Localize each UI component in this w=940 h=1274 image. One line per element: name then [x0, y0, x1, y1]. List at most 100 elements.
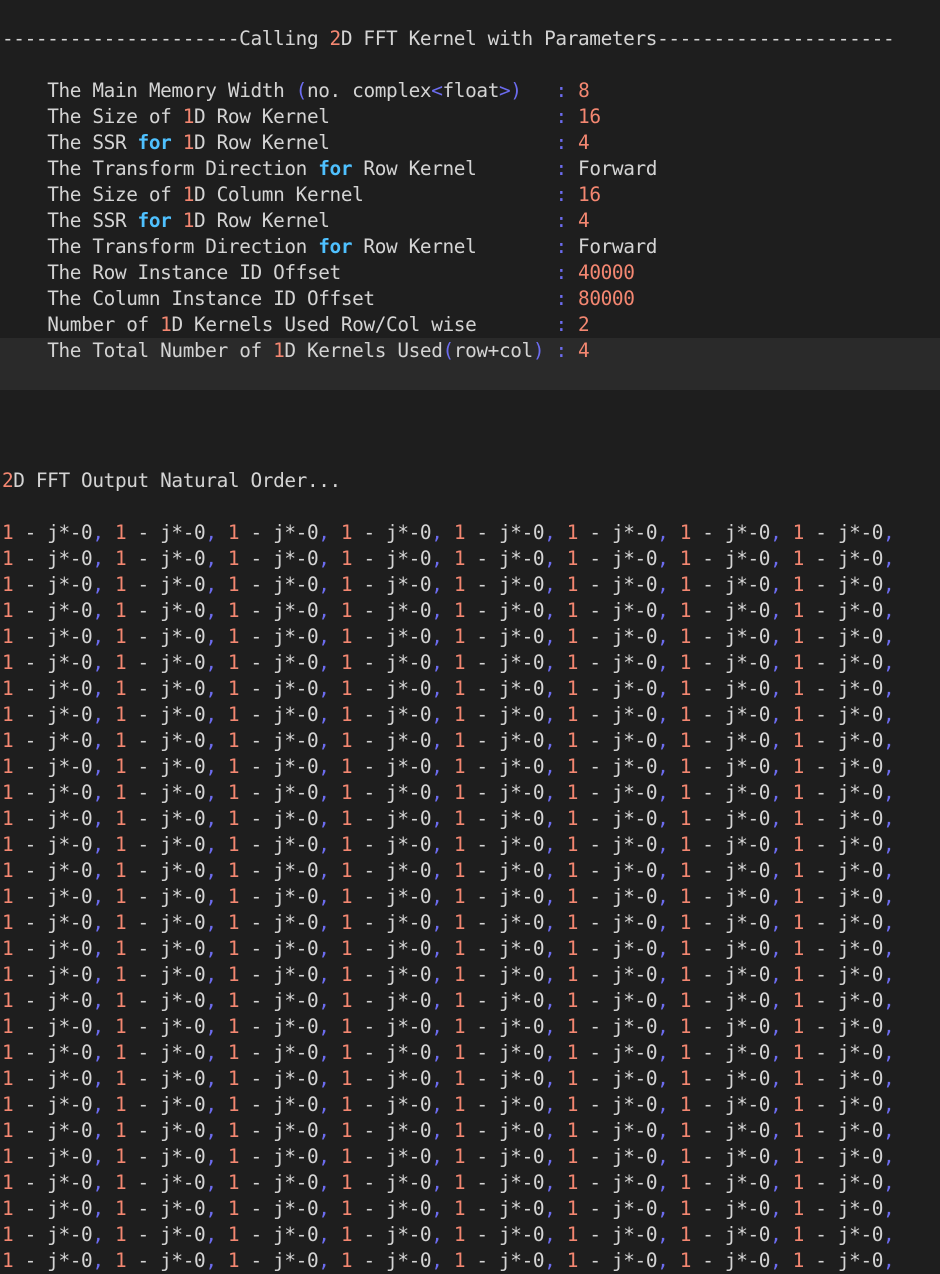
cell-sep: ,	[318, 1067, 341, 1090]
cell-sep: ,	[544, 1119, 567, 1142]
cell-sep: ,	[770, 703, 793, 726]
cell-imag: - j*-0	[578, 1015, 658, 1038]
cell-sep: ,	[318, 1145, 341, 1168]
cell-imag: - j*-0	[691, 1119, 771, 1142]
cell-imag: - j*-0	[578, 963, 658, 986]
cell-imag: - j*-0	[13, 1093, 93, 1116]
label-text: D Kernels Used Row/Col wise	[171, 313, 477, 336]
cell-real: 1	[227, 1223, 240, 1246]
cell-sep: ,	[431, 1041, 454, 1064]
cell-real: 1	[340, 781, 353, 804]
cell-real: 1	[114, 1067, 127, 1090]
separator-line	[0, 0, 940, 26]
cell-imag: - j*-0	[803, 937, 884, 960]
cell-imag: - j*-0	[352, 755, 432, 778]
cell-sep: ,	[657, 911, 680, 934]
cell-sep: ,	[544, 599, 567, 622]
cell-imag: - j*-0	[691, 833, 771, 856]
cell-imag: - j*-0	[13, 573, 93, 596]
output-row: 1 - j*-0, 1 - j*-0, 1 - j*-0, 1 - j*-0, …	[0, 1118, 940, 1144]
label-text: The Size of	[47, 183, 183, 206]
cell-real: 1	[2, 1145, 14, 1168]
cell-real: 1	[566, 1041, 579, 1064]
cell-real: 1	[340, 963, 353, 986]
cell-real: 1	[227, 781, 240, 804]
cell-sep: ,	[318, 781, 341, 804]
param-label: The Size of 1D Column Kernel	[47, 183, 364, 206]
punctuation: (	[295, 79, 308, 102]
cell-real: 1	[453, 807, 466, 830]
cell-sep: ,	[544, 547, 567, 570]
cell-real: 1	[566, 521, 579, 544]
cell-real: 1	[227, 729, 240, 752]
cell-real: 1	[792, 703, 805, 726]
cell-real: 1	[566, 1223, 579, 1246]
cell-sep: ,	[770, 989, 793, 1012]
cell-real: 1	[227, 807, 240, 830]
cell-real: 1	[227, 755, 240, 778]
cell-imag: - j*-0	[465, 677, 545, 700]
cell-sep: ,	[544, 885, 567, 908]
cell-imag: - j*-0	[578, 807, 658, 830]
cell-imag: - j*-0	[691, 703, 771, 726]
label-text: float	[442, 79, 500, 102]
output-row: 1 - j*-0, 1 - j*-0, 1 - j*-0, 1 - j*-0, …	[0, 1170, 940, 1196]
cell-imag: - j*-0	[239, 1145, 319, 1168]
cell-sep: ,	[883, 937, 906, 960]
cell-imag: - j*-0	[465, 807, 545, 830]
param-label: The SSR for 1D Row Kernel	[47, 131, 330, 154]
cell-sep: ,	[770, 911, 793, 934]
cell-sep: ,	[544, 573, 567, 596]
cell-real: 1	[114, 1197, 127, 1220]
cell-sep: ,	[92, 1041, 115, 1064]
cell-real: 1	[792, 1119, 805, 1142]
cell-real: 1	[566, 859, 579, 882]
output-row: 1 - j*-0, 1 - j*-0, 1 - j*-0, 1 - j*-0, …	[0, 1144, 940, 1170]
cell-real: 1	[792, 599, 805, 622]
output-row: 1 - j*-0, 1 - j*-0, 1 - j*-0, 1 - j*-0, …	[0, 1248, 940, 1274]
cell-sep: ,	[770, 833, 793, 856]
dimension-number: 1	[182, 105, 195, 128]
cell-real: 1	[2, 1067, 14, 1090]
cell-imag: - j*-0	[803, 1145, 884, 1168]
label-text: Number of	[47, 313, 161, 336]
cell-real: 1	[453, 859, 466, 882]
cell-sep: ,	[205, 729, 228, 752]
cell-imag: - j*-0	[126, 1119, 206, 1142]
pad	[363, 183, 555, 206]
cell-sep: ,	[205, 989, 228, 1012]
cell-sep: ,	[92, 729, 115, 752]
cell-sep: ,	[318, 573, 341, 596]
cell-imag: - j*-0	[465, 1223, 545, 1246]
cell-sep: ,	[431, 677, 454, 700]
cell-imag: - j*-0	[578, 677, 658, 700]
cell-sep: ,	[431, 651, 454, 674]
cell-imag: - j*-0	[578, 1171, 658, 1194]
colon: :	[555, 313, 579, 336]
cell-sep: ,	[92, 963, 115, 986]
cell-imag: - j*-0	[352, 885, 432, 908]
param-row: The Row Instance ID Offset : 40000	[0, 260, 940, 286]
cell-real: 1	[453, 1223, 466, 1246]
punctuation: )	[532, 339, 545, 362]
cell-sep: ,	[544, 989, 567, 1012]
cell-imag: - j*-0	[13, 963, 93, 986]
cell-sep: ,	[657, 677, 680, 700]
cell-sep: ,	[770, 859, 793, 882]
output-title-line: 2D FFT Output Natural Order...	[0, 468, 940, 494]
cell-real: 1	[679, 599, 692, 622]
cell-imag: - j*-0	[352, 937, 432, 960]
cell-imag: - j*-0	[465, 1171, 545, 1194]
cell-imag: - j*-0	[352, 1067, 432, 1090]
cell-real: 1	[114, 859, 127, 882]
cell-imag: - j*-0	[126, 677, 206, 700]
cell-imag: - j*-0	[13, 1067, 93, 1090]
label-text: Row Kernel	[352, 235, 477, 258]
cell-sep: ,	[883, 651, 906, 674]
cell-imag: - j*-0	[352, 1145, 432, 1168]
cell-imag: - j*-0	[126, 937, 206, 960]
cell-imag: - j*-0	[13, 1041, 93, 1064]
cell-imag: - j*-0	[691, 1171, 771, 1194]
